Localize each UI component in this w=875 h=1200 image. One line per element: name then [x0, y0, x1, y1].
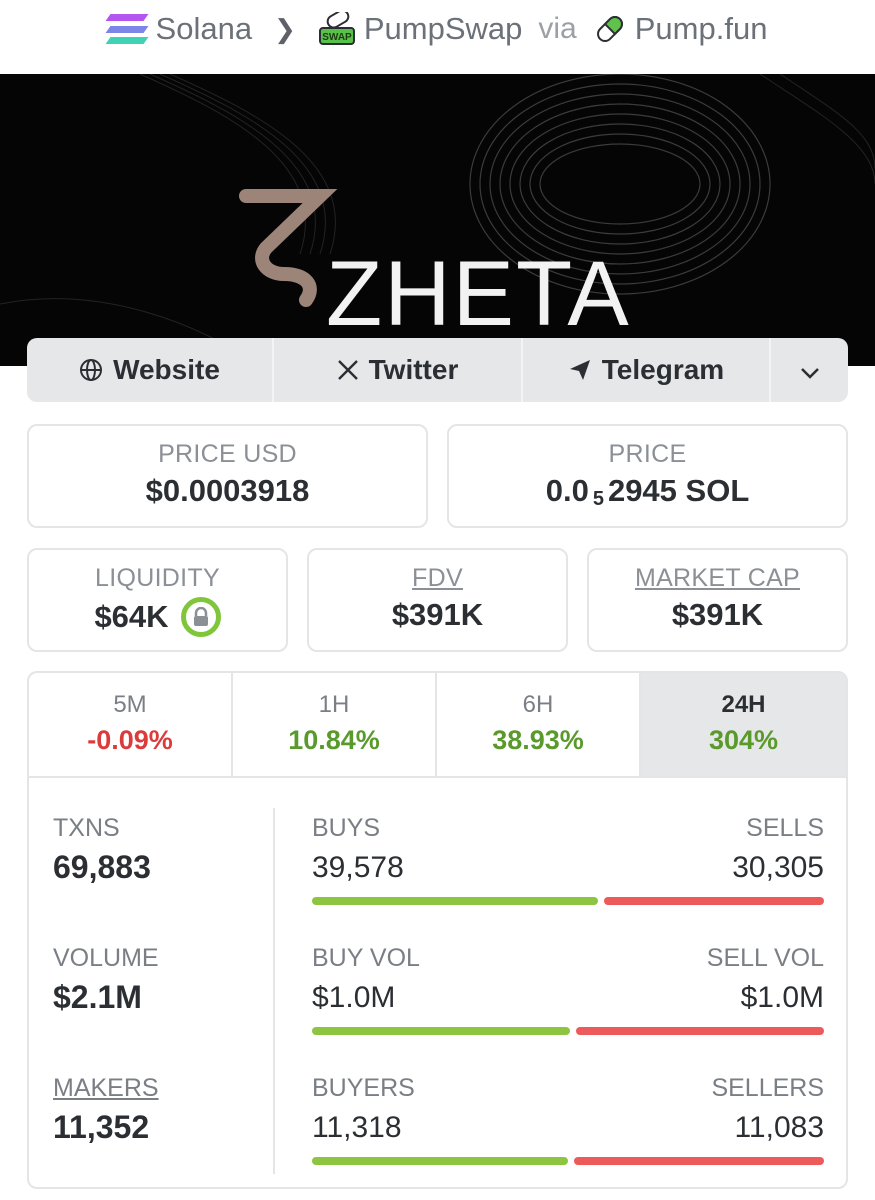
buyers-label: BUYERS [312, 1074, 415, 1102]
market-cap-value: $391K [671, 597, 764, 632]
social-links-bar: Website Twitter Telegram [27, 338, 848, 402]
column-divider [273, 808, 275, 1174]
buys-label: BUYS [312, 814, 381, 842]
sell-bar-segment [573, 1157, 824, 1165]
volume-ratio-bar [312, 1027, 824, 1035]
price-native-zero-count: 5 [592, 487, 604, 510]
liquidity-value: $64K [94, 599, 169, 634]
buys-value: 39,578 [312, 851, 404, 884]
fdv-value: $391K [391, 597, 484, 632]
paper-plane-icon [568, 358, 592, 382]
website-button[interactable]: Website [27, 338, 274, 402]
sell-bar-segment [576, 1027, 824, 1035]
txns-label: TXNS [53, 814, 120, 842]
breadcrumb-chain[interactable]: Solana [105, 11, 253, 47]
makers-label[interactable]: MAKERS [53, 1074, 159, 1103]
tab-change: 38.93% [492, 725, 584, 755]
tab-label: 24H [721, 691, 766, 718]
tab-24h[interactable]: 24H 304% [641, 673, 846, 776]
volume-stat: VOLUME $2.1M [53, 944, 159, 1016]
timeframe-tabs: 5M -0.09% 1H 10.84% 6H 38.93% 24H 304% [29, 673, 846, 778]
lock-icon[interactable] [180, 597, 221, 637]
chevron-down-icon [800, 354, 820, 386]
twitter-label: Twitter [368, 354, 459, 385]
sells-value: 30,305 [732, 851, 824, 884]
makers-value: 11,352 [53, 1109, 150, 1145]
price-native-prefix: 0.0 [545, 473, 589, 508]
tab-change: -0.09% [87, 725, 173, 755]
banner-logo-text: ZHETA [326, 243, 631, 345]
tab-1h[interactable]: 1H 10.84% [233, 673, 437, 776]
tab-change: 304% [708, 725, 779, 755]
buys-sells-row: BUYS SELLS 39,578 30,305 [312, 814, 824, 905]
price-native-value: 0.0 5 2945 SOL [449, 473, 846, 510]
traders-row: BUYERS SELLERS 11,318 11,083 [312, 1074, 824, 1165]
txns-stat: TXNS 69,883 [53, 814, 151, 886]
stats-panel: 5M -0.09% 1H 10.84% 6H 38.93% 24H 304% T… [27, 671, 848, 1189]
website-label: Website [113, 354, 220, 385]
buys-sells-ratio-bar [312, 897, 824, 905]
x-logo-icon [337, 359, 359, 381]
price-usd-value: $0.0003918 [145, 473, 310, 508]
chain-name: Solana [155, 11, 253, 46]
svg-text:SWAP: SWAP [322, 32, 352, 43]
fdv-card: FDV $391K [307, 548, 568, 652]
token-banner: ZHETA [0, 74, 875, 366]
chevron-right-icon: ❯ [274, 13, 296, 44]
volume-split-row: BUY VOL SELL VOL $1.0M $1.0M [312, 944, 824, 1035]
sells-label: SELLS [746, 814, 824, 842]
buy-vol-value: $1.0M [312, 981, 396, 1014]
breadcrumb: Solana ❯ SWAP PumpSwap via Pump.fun [0, 0, 875, 58]
sell-vol-label: SELL VOL [706, 944, 824, 972]
breadcrumb-dex[interactable]: SWAP PumpSwap [318, 11, 523, 47]
liquidity-label: LIQUIDITY [95, 564, 220, 592]
tab-label: 6H [522, 691, 554, 718]
fdv-label[interactable]: FDV [309, 564, 566, 593]
breadcrumb-launchpad[interactable]: Pump.fun [593, 11, 768, 47]
buyers-value: 11,318 [312, 1111, 402, 1144]
stats-body: TXNS 69,883 VOLUME $2.1M MAKERS 11,352 B… [29, 778, 846, 1187]
market-cap-label[interactable]: MARKET CAP [589, 564, 846, 593]
price-usd-card: PRICE USD $0.0003918 [27, 424, 428, 528]
sellers-label: SELLERS [711, 1074, 824, 1102]
pumpswap-icon: SWAP [318, 12, 355, 45]
market-cap-card: MARKET CAP $391K [587, 548, 848, 652]
tab-label: 1H [318, 691, 350, 718]
volume-value: $2.1M [53, 979, 142, 1015]
tab-label: 5M [113, 691, 147, 718]
buy-bar-segment [312, 1027, 571, 1035]
makers-stat: MAKERS 11,352 [53, 1074, 159, 1146]
via-text: via [538, 12, 577, 45]
liquidity-value-row: $64K [29, 597, 286, 637]
traders-ratio-bar [312, 1157, 824, 1165]
pill-icon [596, 16, 623, 42]
liquidity-card: LIQUIDITY $64K [27, 548, 288, 652]
buy-bar-segment [312, 897, 599, 905]
solana-icon [105, 14, 148, 44]
sell-bar-segment [604, 897, 824, 905]
tab-change: 10.84% [288, 725, 380, 755]
telegram-button[interactable]: Telegram [523, 338, 771, 402]
volume-label: VOLUME [53, 944, 159, 972]
twitter-button[interactable]: Twitter [274, 338, 523, 402]
more-links-dropdown[interactable] [771, 338, 848, 402]
dex-name: PumpSwap [363, 11, 523, 46]
buy-bar-segment [312, 1157, 568, 1165]
globe-icon [79, 358, 103, 382]
price-usd-label: PRICE USD [158, 440, 297, 468]
price-native-suffix: 2945 SOL [607, 473, 750, 508]
sell-vol-value: $1.0M [740, 981, 824, 1014]
sellers-value: 11,083 [734, 1111, 824, 1144]
txns-value: 69,883 [53, 849, 151, 885]
launchpad-name: Pump.fun [634, 11, 768, 46]
buy-vol-label: BUY VOL [312, 944, 420, 972]
price-native-card: PRICE 0.0 5 2945 SOL [447, 424, 848, 528]
tab-6h[interactable]: 6H 38.93% [437, 673, 641, 776]
price-native-label: PRICE [608, 440, 687, 468]
tab-5m[interactable]: 5M -0.09% [29, 673, 233, 776]
telegram-label: Telegram [601, 354, 725, 385]
